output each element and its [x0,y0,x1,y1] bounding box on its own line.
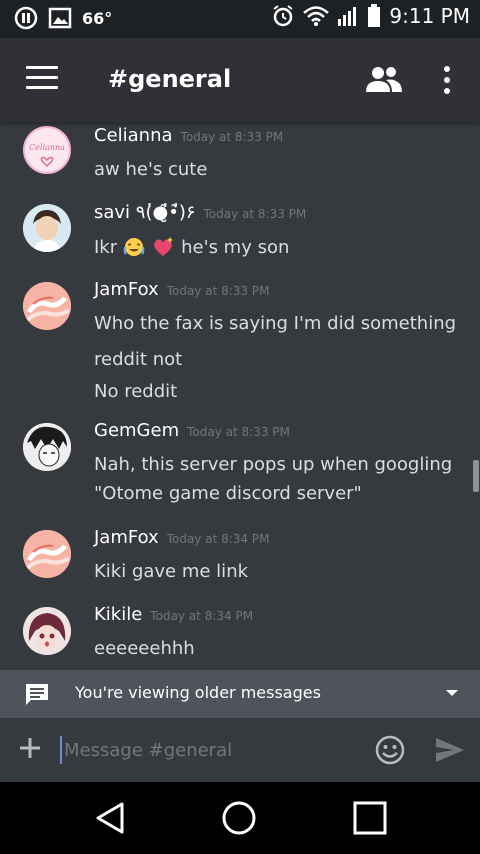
timestamp: Today at 8:34 PM [150,609,254,623]
system-nav-bar [0,782,480,854]
avatar[interactable]: Celianna [23,126,71,174]
channel-header: #general [0,38,480,122]
avatar-image [23,423,71,471]
message-text: eeeeeehhh [94,638,195,659]
clock: 9:11 PM [389,4,470,28]
avatar-image [23,204,71,252]
timestamp: Today at 8:33 PM [203,207,307,221]
message-text: aw he's cute [94,159,208,180]
wifi-icon [303,6,330,26]
message-text: reddit not [94,349,183,370]
message-text: No reddit [94,381,178,402]
avatar[interactable] [23,530,71,578]
scrollbar-thumb[interactable] [473,460,479,492]
members-icon[interactable] [364,64,404,96]
temperature: 66° [82,8,113,28]
username[interactable]: Kikile Today at 8:34 PM [94,604,253,625]
back-icon[interactable] [92,800,128,836]
celianna-logo: Celianna [29,143,65,168]
laughing-crying-emoji-icon [123,238,145,256]
message-text-part: Ikr [94,236,118,258]
timestamp: Today at 8:33 PM [180,130,284,144]
recents-icon[interactable] [352,800,388,836]
username[interactable]: Celianna Today at 8:33 PM [94,125,283,146]
message-input[interactable] [60,736,350,764]
username-text: GemGem [94,420,180,441]
record-icon [14,6,38,30]
chat-icon [26,684,48,705]
status-bar-left: 66° [14,6,112,30]
alarm-icon [273,5,294,27]
username[interactable]: savi ٩(̾●̮̮̃̾•̃̾)۶ Today at 8:33 PM [94,202,306,223]
send-icon[interactable] [434,736,466,764]
more-icon[interactable] [440,66,454,96]
username-text: Kikile [94,604,143,625]
battery-icon [368,4,381,27]
status-bar: 66° 9:11 PM [0,0,480,38]
emoji-icon[interactable] [374,734,406,766]
timestamp: Today at 8:33 PM [187,425,290,439]
avatar-image [23,530,71,578]
username-text: savi ٩(̾●̮̮̃̾•̃̾)۶ [94,202,196,223]
message-text-part: he's my son [181,236,290,258]
timestamp: Today at 8:34 PM [166,532,270,546]
add-icon[interactable] [18,736,42,760]
menu-icon[interactable] [26,66,58,94]
status-bar-right: 9:11 PM [271,4,470,28]
avatar[interactable] [23,204,71,252]
message-list[interactable]: Celianna Celianna Today at 8:33 PM aw he'… [0,122,480,670]
chevron-down-icon[interactable] [446,690,458,696]
timestamp: Today at 8:33 PM [166,284,270,298]
home-icon[interactable] [221,800,257,836]
older-messages-banner[interactable]: You're viewing older messages [0,670,480,718]
message-text: "Otome game discord server" [94,483,362,504]
channel-title: #general [108,65,232,93]
avatar[interactable] [23,607,71,655]
username-text: JamFox [94,279,159,300]
avatar-image [23,282,71,330]
message-text: Kiki gave me link [94,561,249,582]
username[interactable]: GemGem Today at 8:33 PM [94,420,290,441]
sparkling-heart-emoji-icon [154,237,174,256]
username-text: JamFox [94,527,159,548]
message-text: Ikr he's my son [94,236,289,258]
image-icon [48,7,72,29]
username[interactable]: JamFox Today at 8:33 PM [94,279,269,300]
avatar-image [23,607,71,655]
username-text: Celianna [94,125,173,146]
avatar-logo-text: Celianna [29,143,65,152]
avatar[interactable] [23,282,71,330]
signal-icon [338,7,357,26]
message-text: Who the fax is saying I'm did something [94,313,457,334]
avatar[interactable] [23,423,71,471]
older-messages-text: You're viewing older messages [75,683,321,702]
message-text: Nah, this server pops up when googling [94,454,453,475]
username[interactable]: JamFox Today at 8:34 PM [94,527,269,548]
message-composer [0,718,480,782]
